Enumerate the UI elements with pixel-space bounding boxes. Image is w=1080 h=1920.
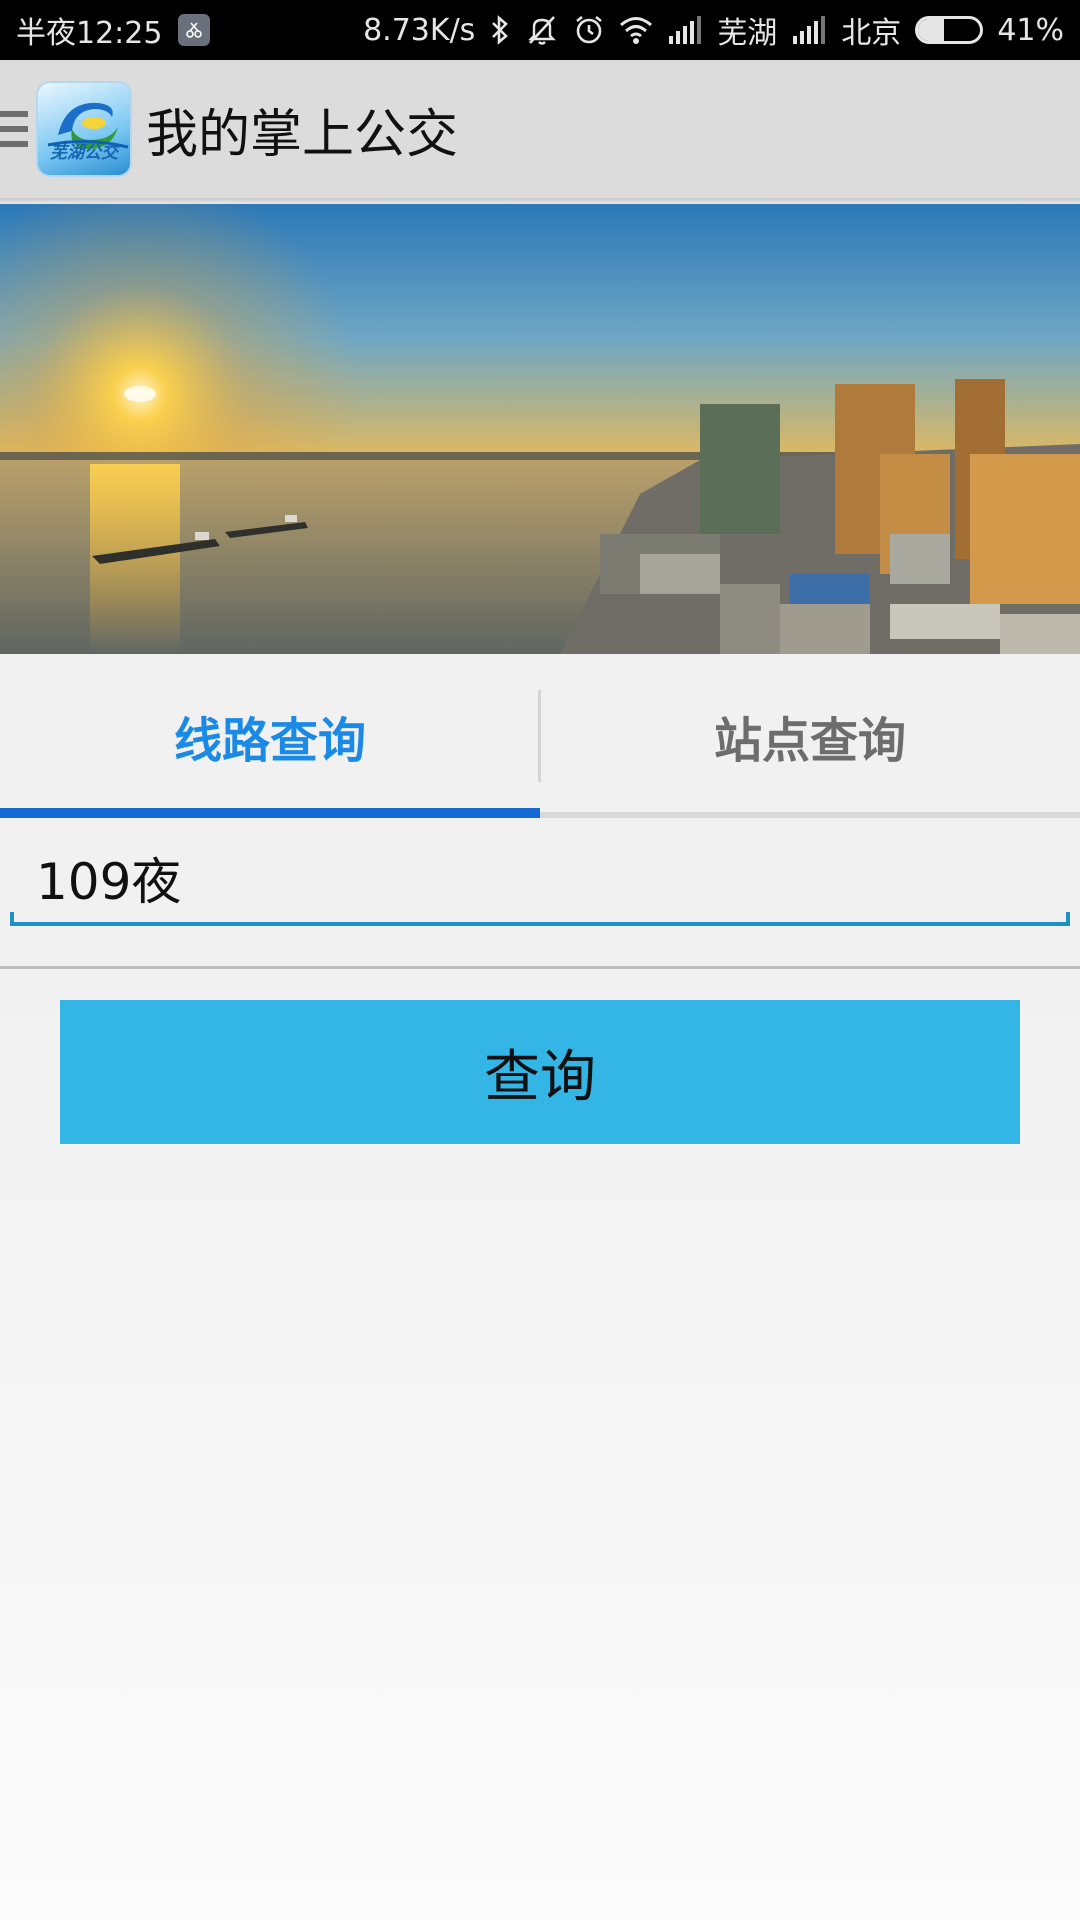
tab-stop-query[interactable]: 站点查询 (540, 654, 1080, 818)
app-logo[interactable]: 芜湖公交 (36, 81, 132, 177)
status-bar: 半夜12:25 8.73K/s 芜湖 北京 41% (0, 0, 1080, 60)
app-bar: 芜湖公交 我的掌上公交 (0, 60, 1080, 198)
banner-image (0, 204, 1080, 654)
tab-underline-active (0, 808, 540, 818)
query-tabs: 线路查询 站点查询 (0, 654, 1080, 818)
carrier-1: 芜湖 (717, 16, 778, 51)
route-input[interactable] (10, 828, 1070, 928)
route-input-underline (10, 922, 1070, 926)
section-divider (0, 966, 1080, 969)
signal-icon (667, 16, 703, 44)
mute-vibrate-icon (525, 14, 559, 46)
menu-icon[interactable] (0, 105, 30, 153)
battery-percent: 41% (997, 12, 1064, 48)
app-logo-text: 芜湖公交 (50, 143, 118, 163)
battery-icon (915, 16, 984, 44)
status-time: 半夜12:25 (16, 16, 163, 51)
tab-route-query[interactable]: 线路查询 (0, 654, 540, 818)
app-screen: 半夜12:25 8.73K/s 芜湖 北京 41% 芜湖公交 我的掌上公交 线路… (0, 0, 1080, 1920)
bluetooth-icon (489, 14, 511, 46)
carrier-2: 北京 (841, 16, 902, 51)
screenshot-app-icon (178, 14, 211, 46)
wifi-icon (619, 15, 653, 45)
alarm-icon (573, 14, 605, 46)
signal-icon (791, 16, 827, 44)
query-button[interactable]: 查询 (60, 1000, 1020, 1144)
app-title: 我的掌上公交 (146, 104, 459, 165)
net-speed: 8.73K/s (363, 12, 476, 48)
